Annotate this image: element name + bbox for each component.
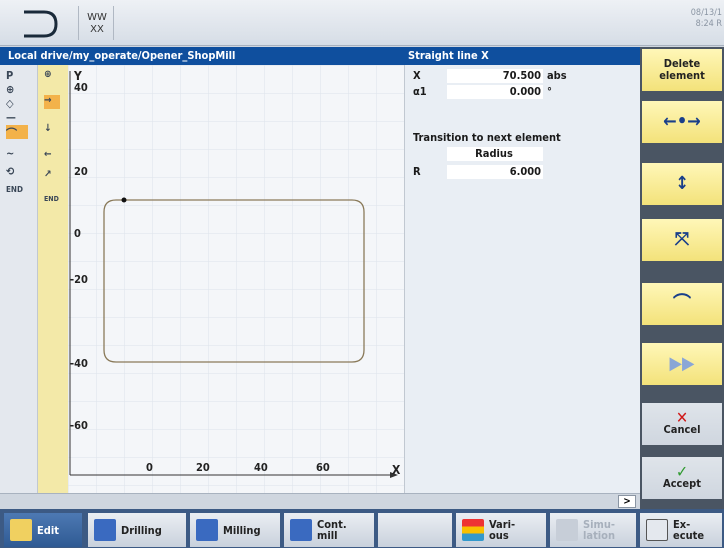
svg-text:XX: XX [90,24,104,35]
simulation-button[interactable]: Simu-lation [550,513,636,547]
various-label: Vari-ous [489,518,516,542]
various-button[interactable]: Vari-ous [456,513,546,547]
datetime-display: 08/13/1 8:24 R [691,8,722,30]
radius-label: R [413,165,421,178]
parameter-panel: X 70.500 abs α1 0.000 ° Transition to ne… [404,65,640,493]
top-bar: WW XX 08/13/1 8:24 R [0,0,724,46]
horizontal-softkey-bar: Edit Drilling Milling Cont. mill Vari-ou… [0,509,724,548]
cancel-label: Cancel [663,423,701,436]
seq-down-icon[interactable]: ↓ [44,123,60,137]
sidebar-item-end[interactable]: END [6,185,28,199]
path-bar: Local drive/my_operate/Opener_ShopMill [0,47,404,65]
delete-element-label: Delete element [659,57,705,82]
radius-value-field[interactable]: 6.000 [447,165,543,179]
x-unit: abs [547,69,567,82]
y-tick: -60 [70,419,88,432]
contour-element-sidebar: P ⊕ ◇ — ⌒ ~ ⟲ END [0,65,38,493]
x-tick: 20 [196,461,210,474]
sidebar-item-arc-icon[interactable]: ⌒ [6,125,28,140]
drilling-button[interactable]: Drilling [88,513,186,547]
contour-canvas [68,65,404,493]
cont-mill-icon [290,519,312,541]
seq-left-icon[interactable]: ← [44,149,60,163]
date-text: 08/13/1 [690,8,722,18]
arc-icon: ⌒ [673,293,691,314]
y-tick: 0 [74,227,81,240]
expand-button[interactable]: > [618,495,636,508]
accept-label: Accept [663,477,701,490]
y-tick: -20 [70,273,88,286]
transition-type-select[interactable]: Radius [447,147,543,161]
horizontal-line-icon: ←•→ [663,111,701,132]
seq-end[interactable]: END [44,195,60,209]
x-tick: 60 [316,461,330,474]
drilling-label: Drilling [121,523,162,537]
contour-graphic[interactable]: Y X 40 20 0 -20 -40 -60 0 20 40 60 [68,65,404,493]
x-value-field[interactable]: 70.500 [447,69,543,83]
x-tick: 0 [146,461,153,474]
simulation-label: Simu-lation [583,518,616,542]
milling-icon [196,519,218,541]
execute-label: Ex-ecute [673,518,705,542]
program-icon[interactable]: WW XX [78,6,114,40]
y-tick: 40 [74,81,88,94]
sidebar-item-pole-icon[interactable]: ◇ [6,97,28,111]
alpha1-label: α1 [413,85,427,98]
transition-label: Transition to next element [413,131,561,144]
horizontal-line-button[interactable]: ←•→ [642,101,722,143]
cont-mill-label: Cont. mill [317,518,347,542]
x-tick: 40 [254,461,268,474]
sidebar-item-start-icon[interactable]: ⊕ [6,83,28,97]
milling-label: Milling [223,523,261,537]
vertical-line-button[interactable]: ↕ [642,163,722,205]
sidebar-item-p[interactable]: P [6,69,28,83]
sidebar-item-line-icon[interactable]: — [6,111,28,125]
various-icon [462,519,484,541]
fast-forward-button[interactable]: ▶▶ [642,343,722,385]
arc-button[interactable]: ⌒ [642,283,722,325]
execute-button[interactable]: Ex-ecute [640,513,722,547]
seq-start-icon[interactable]: ⊕ [44,69,60,83]
milling-button[interactable]: Milling [190,513,280,547]
alpha1-value-field[interactable]: 0.000 [447,85,543,99]
shopmill-logo-icon [22,4,62,42]
seq-diagonal-icon[interactable]: ↗ [44,169,60,183]
edit-button[interactable]: Edit [4,513,82,547]
cancel-button[interactable]: ✕ Cancel [642,403,722,445]
cont-mill-button[interactable]: Cont. mill [284,513,374,547]
edit-label: Edit [37,523,59,537]
drilling-icon [94,519,116,541]
fast-forward-icon: ▶▶ [669,353,695,374]
edit-icon [10,519,32,541]
execute-icon [646,519,668,541]
vertical-softkey-bar: Delete element ←•→ ↕ ⤧ ⌒ ▶▶ ✕ Cancel ✓ A… [640,47,724,509]
vertical-line-icon: ↕ [675,173,689,194]
time-text: 8:24 R [695,19,722,29]
svg-text:WW: WW [87,12,107,23]
x-axis-label: X [392,463,401,477]
y-tick: 20 [74,165,88,178]
alpha1-unit: ° [547,85,552,98]
seq-right-icon[interactable]: → [44,95,60,109]
accept-button[interactable]: ✓ Accept [642,457,722,499]
horizontal-scrollbar: > [0,493,640,509]
diagonal-line-icon: ⤧ [674,229,690,250]
element-sequence-sidebar: ⊕ → ↓ ← ↗ END [38,65,68,493]
sidebar-item-rotate-icon[interactable]: ⟲ [6,165,28,179]
sidebar-item-curve-icon[interactable]: ~ [6,147,28,161]
diagonal-line-button[interactable]: ⤧ [642,219,722,261]
panel-title: Straight line X [404,47,640,65]
delete-element-button[interactable]: Delete element [642,49,722,91]
y-tick: -40 [70,357,88,370]
contour-start-point [121,197,127,203]
simulation-icon [556,519,578,541]
x-param-label: X [413,69,421,82]
empty-softkey [378,513,452,547]
